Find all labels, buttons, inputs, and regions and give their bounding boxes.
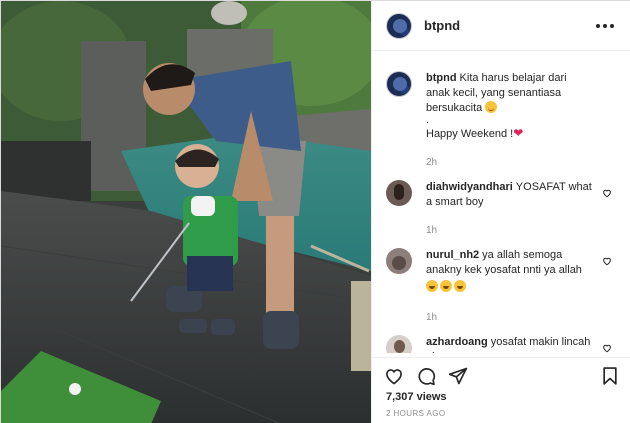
comment-bubble-icon[interactable] (416, 366, 436, 386)
caption-avatar[interactable] (386, 71, 412, 97)
caption-username[interactable]: btpnd (426, 72, 457, 84)
comments-list[interactable]: btpnd Kita harus belajar dari anak kecil,… (372, 61, 630, 353)
more-options-icon[interactable] (592, 20, 618, 32)
caption: btpnd Kita harus belajar dari anak kecil,… (372, 61, 630, 170)
post-image (1, 1, 371, 423)
caption-greeting: Happy Weekend ! (426, 128, 514, 140)
post-header: btpnd (372, 1, 630, 51)
caption-dot: . (426, 114, 430, 126)
comment-time: 1h (426, 225, 438, 236)
paper-plane-icon[interactable] (448, 366, 468, 386)
comment-username[interactable]: nurul_nh2 (426, 249, 479, 261)
laughing-emojis (426, 280, 466, 292)
commenter-avatar[interactable] (386, 335, 412, 353)
comment-username[interactable]: diahwidyandhari (426, 181, 513, 193)
author-avatar[interactable] (386, 12, 412, 39)
action-bar (372, 357, 630, 393)
post-date: 2 HOURS AGO (386, 409, 446, 418)
author-username[interactable]: btpnd (424, 18, 592, 33)
comment-username[interactable]: azhardoang (426, 336, 488, 348)
comment: diahwidyandhari YOSAFAT what a smart boy … (372, 170, 630, 238)
red-heart-emoji-icon: ❤ (513, 126, 524, 140)
comment: nurul_nh2 ya allah semoga anakny kek yosa… (372, 238, 630, 325)
comment-like-icon[interactable] (602, 343, 612, 353)
comment-time: 1h (426, 312, 438, 323)
instagram-post: btpnd btpnd Kita harus belajar dari anak … (0, 0, 630, 423)
laughing-emoji-icon (440, 280, 452, 292)
caption-time: 2h (426, 157, 438, 168)
heart-outline-icon[interactable] (384, 366, 404, 386)
comment: azhardoangyosafat makin lincah aja (372, 325, 630, 353)
laughing-emoji-icon (454, 280, 466, 292)
post-photo[interactable] (1, 1, 371, 423)
smile-emoji-icon (485, 101, 498, 113)
bookmark-icon[interactable] (600, 366, 620, 386)
comment-like-icon[interactable] (602, 188, 612, 203)
view-count[interactable]: 7,307 views (386, 391, 447, 403)
laughing-emoji-icon (426, 280, 438, 292)
comment-like-icon[interactable] (602, 256, 612, 271)
commenter-avatar[interactable] (386, 248, 412, 274)
commenter-avatar[interactable] (386, 180, 412, 206)
post-panel: btpnd btpnd Kita harus belajar dari anak … (371, 1, 630, 423)
